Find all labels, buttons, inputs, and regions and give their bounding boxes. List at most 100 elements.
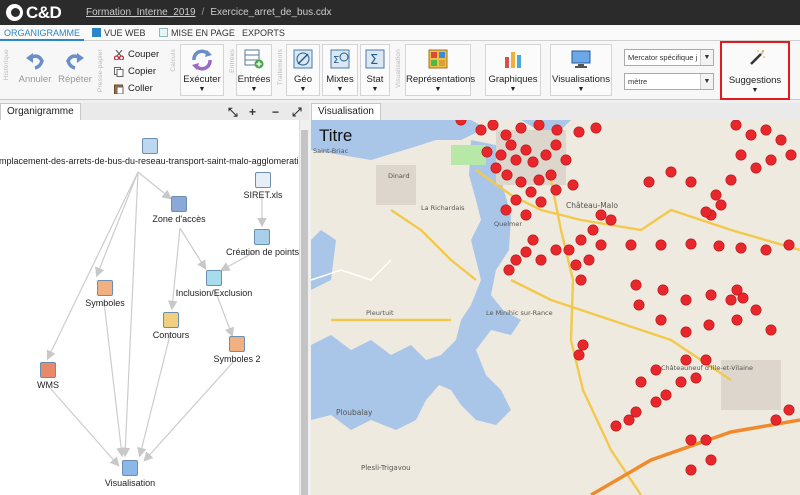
bus-stop-marker [715, 199, 727, 211]
shapefile-icon [141, 138, 158, 154]
checkbox-icon[interactable] [159, 28, 168, 37]
town-dinard [376, 165, 416, 205]
paste-button[interactable]: Coller [114, 83, 153, 94]
unit-select[interactable]: mètre ▼ [624, 73, 714, 90]
tab-exports[interactable]: EXPORTS [238, 25, 289, 41]
group-label-history: Historique [3, 49, 10, 81]
bus-stop-marker [650, 364, 662, 376]
ribbon-toolbar: Historique Annuler Répéter Presse-papier… [0, 41, 800, 100]
bus-stop-marker [587, 224, 599, 236]
node-symboles[interactable]: Symboles [80, 280, 130, 308]
tab-visualisation-panel[interactable]: Visualisation [311, 103, 381, 120]
tab-organigramme[interactable]: ORGANIGRAMME [0, 25, 85, 41]
bus-stop-marker [765, 324, 777, 336]
mixed-button[interactable]: Σ Mixtes ▼ [322, 44, 358, 96]
chevron-down-icon: ▼ [371, 86, 379, 93]
bus-stop-marker [735, 242, 747, 254]
bus-stop-marker [745, 129, 757, 141]
map-view[interactable]: Dinard Château-Malo Quelmer La Richardai… [311, 120, 800, 495]
bus-stop-marker [703, 319, 715, 331]
main-tabs: ORGANIGRAMME VUE WEB MISE EN PAGE EXPORT… [0, 25, 800, 41]
map-label: Quelmer [494, 220, 522, 228]
logo-text: C&D [26, 2, 62, 22]
geo-button[interactable]: Géo ▼ [286, 44, 320, 96]
bus-stop-marker [725, 294, 737, 306]
checkbox-icon[interactable] [92, 28, 101, 37]
node-visualisation[interactable]: Visualisation [98, 460, 162, 488]
bus-stop-marker [520, 209, 532, 221]
node-contours[interactable]: Contours [146, 312, 196, 340]
zoom-in-icon[interactable]: + [249, 105, 256, 119]
redo-button[interactable]: Répéter [58, 45, 92, 95]
table-add-icon [244, 49, 264, 69]
bus-stop-marker [510, 194, 522, 206]
node-shp[interactable]: emplacement-des-arrets-de-bus-du-reseau-… [0, 138, 299, 166]
bus-stop-marker [583, 254, 595, 266]
chevron-down-icon: ▼ [434, 86, 442, 93]
edge [95, 171, 139, 278]
chevron-down-icon[interactable]: ▼ [700, 74, 713, 89]
scrollbar-thumb[interactable] [301, 130, 308, 495]
tab-mise-en-page[interactable]: MISE EN PAGE [155, 25, 239, 41]
group-label-clipboard: Presse-papier [97, 49, 104, 93]
bus-stop-marker [630, 279, 642, 291]
node-siret[interactable]: SIRET.xls [238, 172, 288, 200]
suggestions-button[interactable]: Suggestions ▼ [720, 41, 790, 100]
project-link[interactable]: Formation_Interne_2019 [86, 7, 196, 18]
tab-vue-web[interactable]: VUE WEB [88, 25, 150, 41]
map-label: Saint-Briac [313, 147, 349, 155]
bus-stop-marker [765, 154, 777, 166]
bus-stop-marker [533, 174, 545, 186]
edge [120, 171, 139, 458]
cut-button[interactable]: Couper [114, 49, 159, 60]
fit-view-icon[interactable]: ⤡ [228, 105, 238, 120]
tab-organigramme-panel[interactable]: Organigramme [0, 103, 81, 120]
bus-stop-marker [560, 154, 572, 166]
bus-stop-marker [770, 414, 782, 426]
bus-stop-marker [675, 376, 687, 388]
bus-stop-marker [725, 174, 737, 186]
bus-stop-marker [705, 454, 717, 466]
bus-stop-marker [505, 139, 517, 151]
bus-stop-marker [750, 162, 762, 174]
bus-stop-marker [595, 239, 607, 251]
node-wms[interactable]: WMS [28, 362, 68, 390]
undo-button[interactable]: Annuler [18, 45, 52, 95]
map-label: La Richardais [421, 204, 465, 212]
stat-button[interactable]: Σ Stat ▼ [360, 44, 390, 96]
visualisations-button[interactable]: Visualisations ▼ [550, 44, 612, 96]
bus-stop-marker [737, 292, 749, 304]
bus-stop-marker [481, 146, 493, 158]
bus-stop-marker [535, 196, 547, 208]
points-icon [254, 229, 270, 245]
bus-stop-marker [690, 372, 702, 384]
bus-stop-marker [760, 124, 772, 136]
representations-button[interactable]: Représentations ▼ [405, 44, 475, 96]
logo-mark-icon [6, 4, 23, 21]
edge [46, 171, 139, 361]
bus-stop-marker [660, 389, 672, 401]
charts-button[interactable]: Graphiques ▼ [485, 44, 541, 96]
node-inclusion-exclusion[interactable]: Inclusion/Exclusion [172, 270, 256, 298]
park [451, 145, 486, 165]
group-label-inputs: Entrées [229, 49, 236, 73]
bus-stop-marker [525, 186, 537, 198]
bus-stop-marker [590, 122, 602, 134]
zoom-out-icon[interactable]: − [272, 105, 279, 119]
chevron-down-icon: ▼ [509, 86, 517, 93]
expand-icon[interactable]: ⤢ [292, 105, 302, 120]
projection-select[interactable]: Mercator spécifique j ▼ [624, 49, 714, 66]
execute-button[interactable]: Exécuter ▼ [180, 44, 224, 96]
bus-stop-marker [527, 156, 539, 168]
bus-stop-marker [545, 169, 557, 181]
bus-stop-marker [665, 166, 677, 178]
node-creation-points[interactable]: Création de points [226, 229, 299, 257]
inputs-button[interactable]: Entrées ▼ [236, 44, 272, 96]
node-symboles-2[interactable]: Symboles 2 [212, 336, 262, 364]
vertical-scrollbar[interactable] [299, 120, 309, 495]
app-logo: C&D [6, 2, 62, 22]
node-zone-acces[interactable]: Zone d'accès [148, 196, 210, 224]
flowchart-canvas[interactable]: emplacement-des-arrets-de-bus-du-reseau-… [0, 120, 299, 495]
copy-button[interactable]: Copier [114, 66, 156, 77]
chevron-down-icon[interactable]: ▼ [700, 50, 713, 65]
